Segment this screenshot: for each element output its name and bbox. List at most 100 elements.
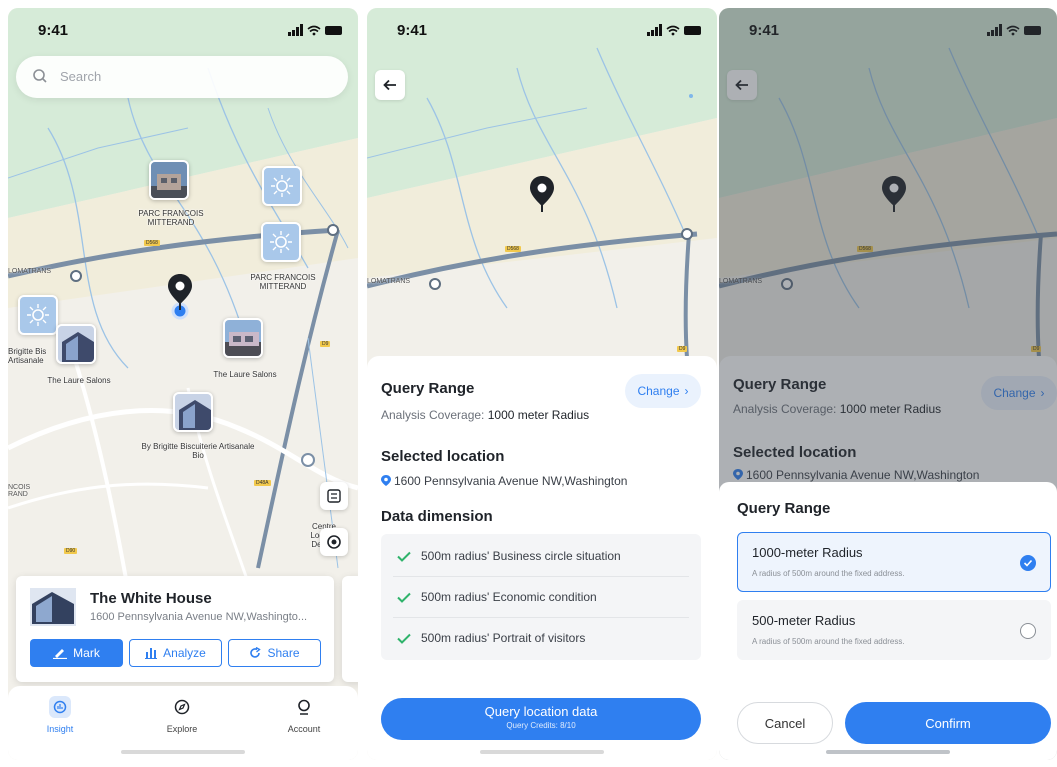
check-icon — [397, 633, 411, 644]
query-range-modal: Query Range 1000-meter Radius A radius o… — [719, 482, 1057, 760]
query-range-title: Query Range — [381, 380, 475, 397]
locate-me-button[interactable] — [320, 528, 348, 556]
confirm-label: Confirm — [925, 715, 971, 731]
option-description: A radius of 500m around the fixed addres… — [752, 637, 905, 646]
share-button[interactable]: Share — [228, 639, 321, 667]
location-pin-icon — [530, 176, 554, 212]
map-pin-icon — [381, 475, 391, 486]
option-1000m[interactable]: 1000-meter Radius A radius of 500m aroun… — [737, 532, 1051, 592]
dimension-item: 500m radius' Portrait of visitors — [381, 618, 701, 658]
option-description: A radius of 500m around the fixed addres… — [752, 569, 905, 578]
search-bar[interactable]: Search — [16, 56, 348, 98]
poi-label: By Brigitte Biscuiterie Artisanale Bio — [141, 442, 255, 460]
poi-photo-marker[interactable] — [149, 160, 189, 200]
bottom-tab-bar: Insight Explore Account — [8, 686, 358, 760]
poi-label: The Laure Salons — [213, 370, 277, 379]
option-title: 500-meter Radius — [752, 613, 856, 628]
pen-icon — [53, 649, 68, 659]
coverage-value: 1000 meter Radius — [487, 408, 590, 422]
share-label: Share — [267, 646, 300, 660]
place-photo — [30, 588, 76, 626]
user-icon — [293, 696, 315, 718]
status-bar: 9:41 — [8, 8, 358, 52]
status-icons — [647, 23, 703, 41]
radio-checked-icon[interactable] — [1020, 555, 1036, 571]
place-title: The White House — [90, 590, 212, 607]
home-indicator — [826, 750, 950, 754]
road-label: NCOIS RAND — [8, 484, 31, 498]
location-pin-icon[interactable] — [168, 274, 192, 310]
selected-location-title: Selected location — [381, 448, 505, 465]
modal-title: Query Range — [737, 500, 831, 517]
search-icon — [33, 69, 47, 83]
list-toggle-button[interactable] — [320, 482, 348, 510]
home-indicator — [121, 750, 245, 754]
option-title: 1000-meter Radius — [752, 545, 863, 560]
search-input[interactable]: Search — [60, 69, 101, 84]
check-icon — [397, 592, 411, 603]
tab-explore[interactable]: Explore — [142, 696, 222, 734]
status-icons — [288, 23, 344, 41]
insight-icon — [49, 696, 71, 718]
compass-icon — [171, 696, 193, 718]
status-bar: 9:41 — [367, 8, 717, 52]
tab-account[interactable]: Account — [264, 696, 344, 734]
sun-marker-icon[interactable] — [261, 222, 301, 262]
tab-label: Insight — [46, 724, 74, 734]
tab-label: Account — [287, 724, 321, 734]
poi-label: Brigitte Bis Artisanale — [8, 347, 47, 365]
change-label: Change — [637, 384, 680, 398]
home-indicator — [480, 750, 604, 754]
poi-photo-marker[interactable] — [223, 318, 263, 358]
query-location-data-button[interactable]: Query location data Query Credits: 8/10 — [381, 698, 701, 740]
confirm-button[interactable]: Confirm — [845, 702, 1051, 744]
option-500m[interactable]: 500-meter Radius A radius of 500m around… — [737, 600, 1051, 660]
check-icon — [397, 551, 411, 562]
analyze-button[interactable]: Analyze — [129, 639, 222, 667]
dimension-label: 500m radius' Economic condition — [421, 590, 597, 604]
target-icon — [327, 535, 341, 549]
chevron-right-icon: › — [684, 384, 689, 398]
arrow-left-icon — [383, 79, 396, 91]
dimension-item: 500m radius' Economic condition — [381, 577, 701, 617]
query-button-label: Query location data — [484, 704, 598, 719]
poi-label: The Laure Salons — [47, 376, 111, 385]
cancel-label: Cancel — [764, 715, 806, 731]
next-place-card[interactable] — [342, 576, 358, 682]
place-card[interactable]: The White House 1600 Pennsylvania Avenue… — [16, 576, 334, 682]
change-button[interactable]: Change › — [625, 374, 701, 408]
selected-address: 1600 Pennsylvania Avenue NW,Washington — [394, 474, 628, 488]
sun-marker-icon[interactable] — [262, 166, 302, 206]
query-credits: Query Credits: 8/10 — [506, 721, 576, 730]
tab-label: Explore — [166, 724, 198, 734]
road-badge: D90 — [64, 548, 78, 554]
place-address: 1600 Pennsylvania Avenue NW,Washingto... — [90, 611, 308, 623]
road-label: LOMATRANS — [367, 278, 411, 285]
poi-label: PARC FRANCOIS MITTERAND — [250, 273, 316, 291]
share-icon — [250, 647, 262, 658]
poi-photo-marker[interactable] — [173, 392, 213, 432]
analyze-label: Analyze — [163, 646, 206, 660]
dimension-item: 500m radius' Business circle situation — [381, 536, 701, 576]
radio-unchecked-icon[interactable] — [1020, 623, 1036, 639]
dimension-label: 500m radius' Business circle situation — [421, 549, 621, 563]
data-dimension-title: Data dimension — [381, 508, 493, 525]
back-button[interactable] — [375, 70, 405, 100]
home-map-screen: LOMATRANS NCOIS RAND D568 D48A D9 D90 9:… — [8, 8, 358, 760]
poi-photo-marker[interactable] — [56, 324, 96, 364]
query-detail-screen: LOMATRANS D568 D9 9:41 Query Range Analy… — [367, 8, 717, 760]
mark-label: Mark — [73, 646, 100, 660]
list-icon — [327, 489, 341, 503]
cancel-button[interactable]: Cancel — [737, 702, 833, 744]
tab-insight[interactable]: Insight — [20, 696, 100, 734]
mark-button[interactable]: Mark — [30, 639, 123, 667]
sun-marker-icon[interactable] — [18, 295, 58, 335]
status-time: 9:41 — [397, 22, 428, 39]
selected-location-row: 1600 Pennsylvania Avenue NW,Washington — [381, 474, 627, 488]
dimension-label: 500m radius' Portrait of visitors — [421, 631, 586, 645]
bar-chart-icon — [145, 648, 158, 659]
query-sheet: Query Range Analysis Coverage: 1000 mete… — [367, 356, 717, 760]
road-badge: D9 — [320, 341, 331, 347]
road-badge: D568 — [144, 240, 160, 246]
coverage-text: Analysis Coverage: 1000 meter Radius — [381, 408, 589, 422]
